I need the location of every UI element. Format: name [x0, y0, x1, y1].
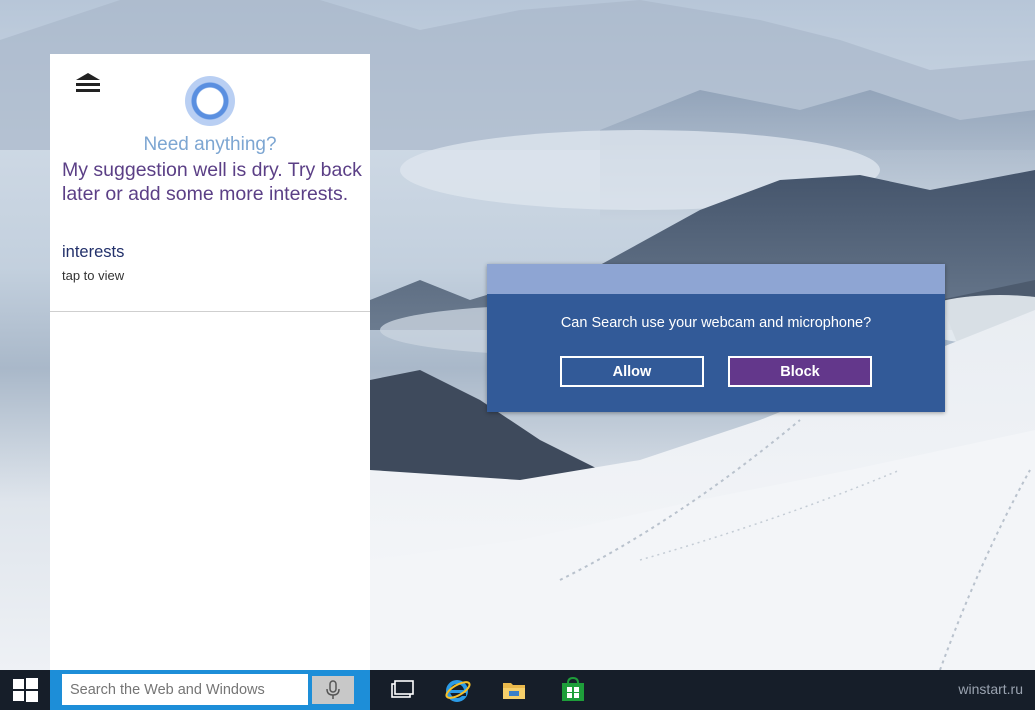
watermark-text: winstart.ru [958, 681, 1023, 697]
permission-dialog: Can Search use your webcam and microphon… [487, 264, 945, 412]
interests-hint: tap to view [62, 268, 125, 283]
cortana-panel: Need anything? My suggestion well is dry… [50, 54, 370, 670]
interests-link[interactable]: interests [62, 243, 124, 262]
windows-logo-icon [13, 678, 38, 702]
taskbar: winstart.ru [0, 670, 1035, 710]
search-input[interactable] [62, 674, 308, 705]
microphone-button[interactable] [312, 676, 354, 704]
cortana-suggestion-text: My suggestion well is dry. Try back late… [62, 159, 362, 205]
dialog-question: Can Search use your webcam and microphon… [560, 315, 872, 331]
search-box-area [50, 670, 370, 710]
windows-store-icon[interactable] [559, 676, 587, 704]
microphone-icon [326, 680, 340, 699]
dialog-titlebar[interactable] [487, 264, 945, 294]
hamburger-menu-icon[interactable] [74, 72, 102, 94]
cortana-greeting: Need anything? [143, 134, 277, 155]
block-button[interactable]: Block [728, 356, 872, 387]
allow-button[interactable]: Allow [560, 356, 704, 387]
file-explorer-icon[interactable] [500, 676, 528, 704]
internet-explorer-icon[interactable] [443, 676, 471, 704]
task-view-icon[interactable] [387, 676, 415, 704]
panel-divider [50, 311, 370, 312]
start-button[interactable] [0, 670, 50, 710]
cortana-circle-icon[interactable] [185, 76, 235, 126]
